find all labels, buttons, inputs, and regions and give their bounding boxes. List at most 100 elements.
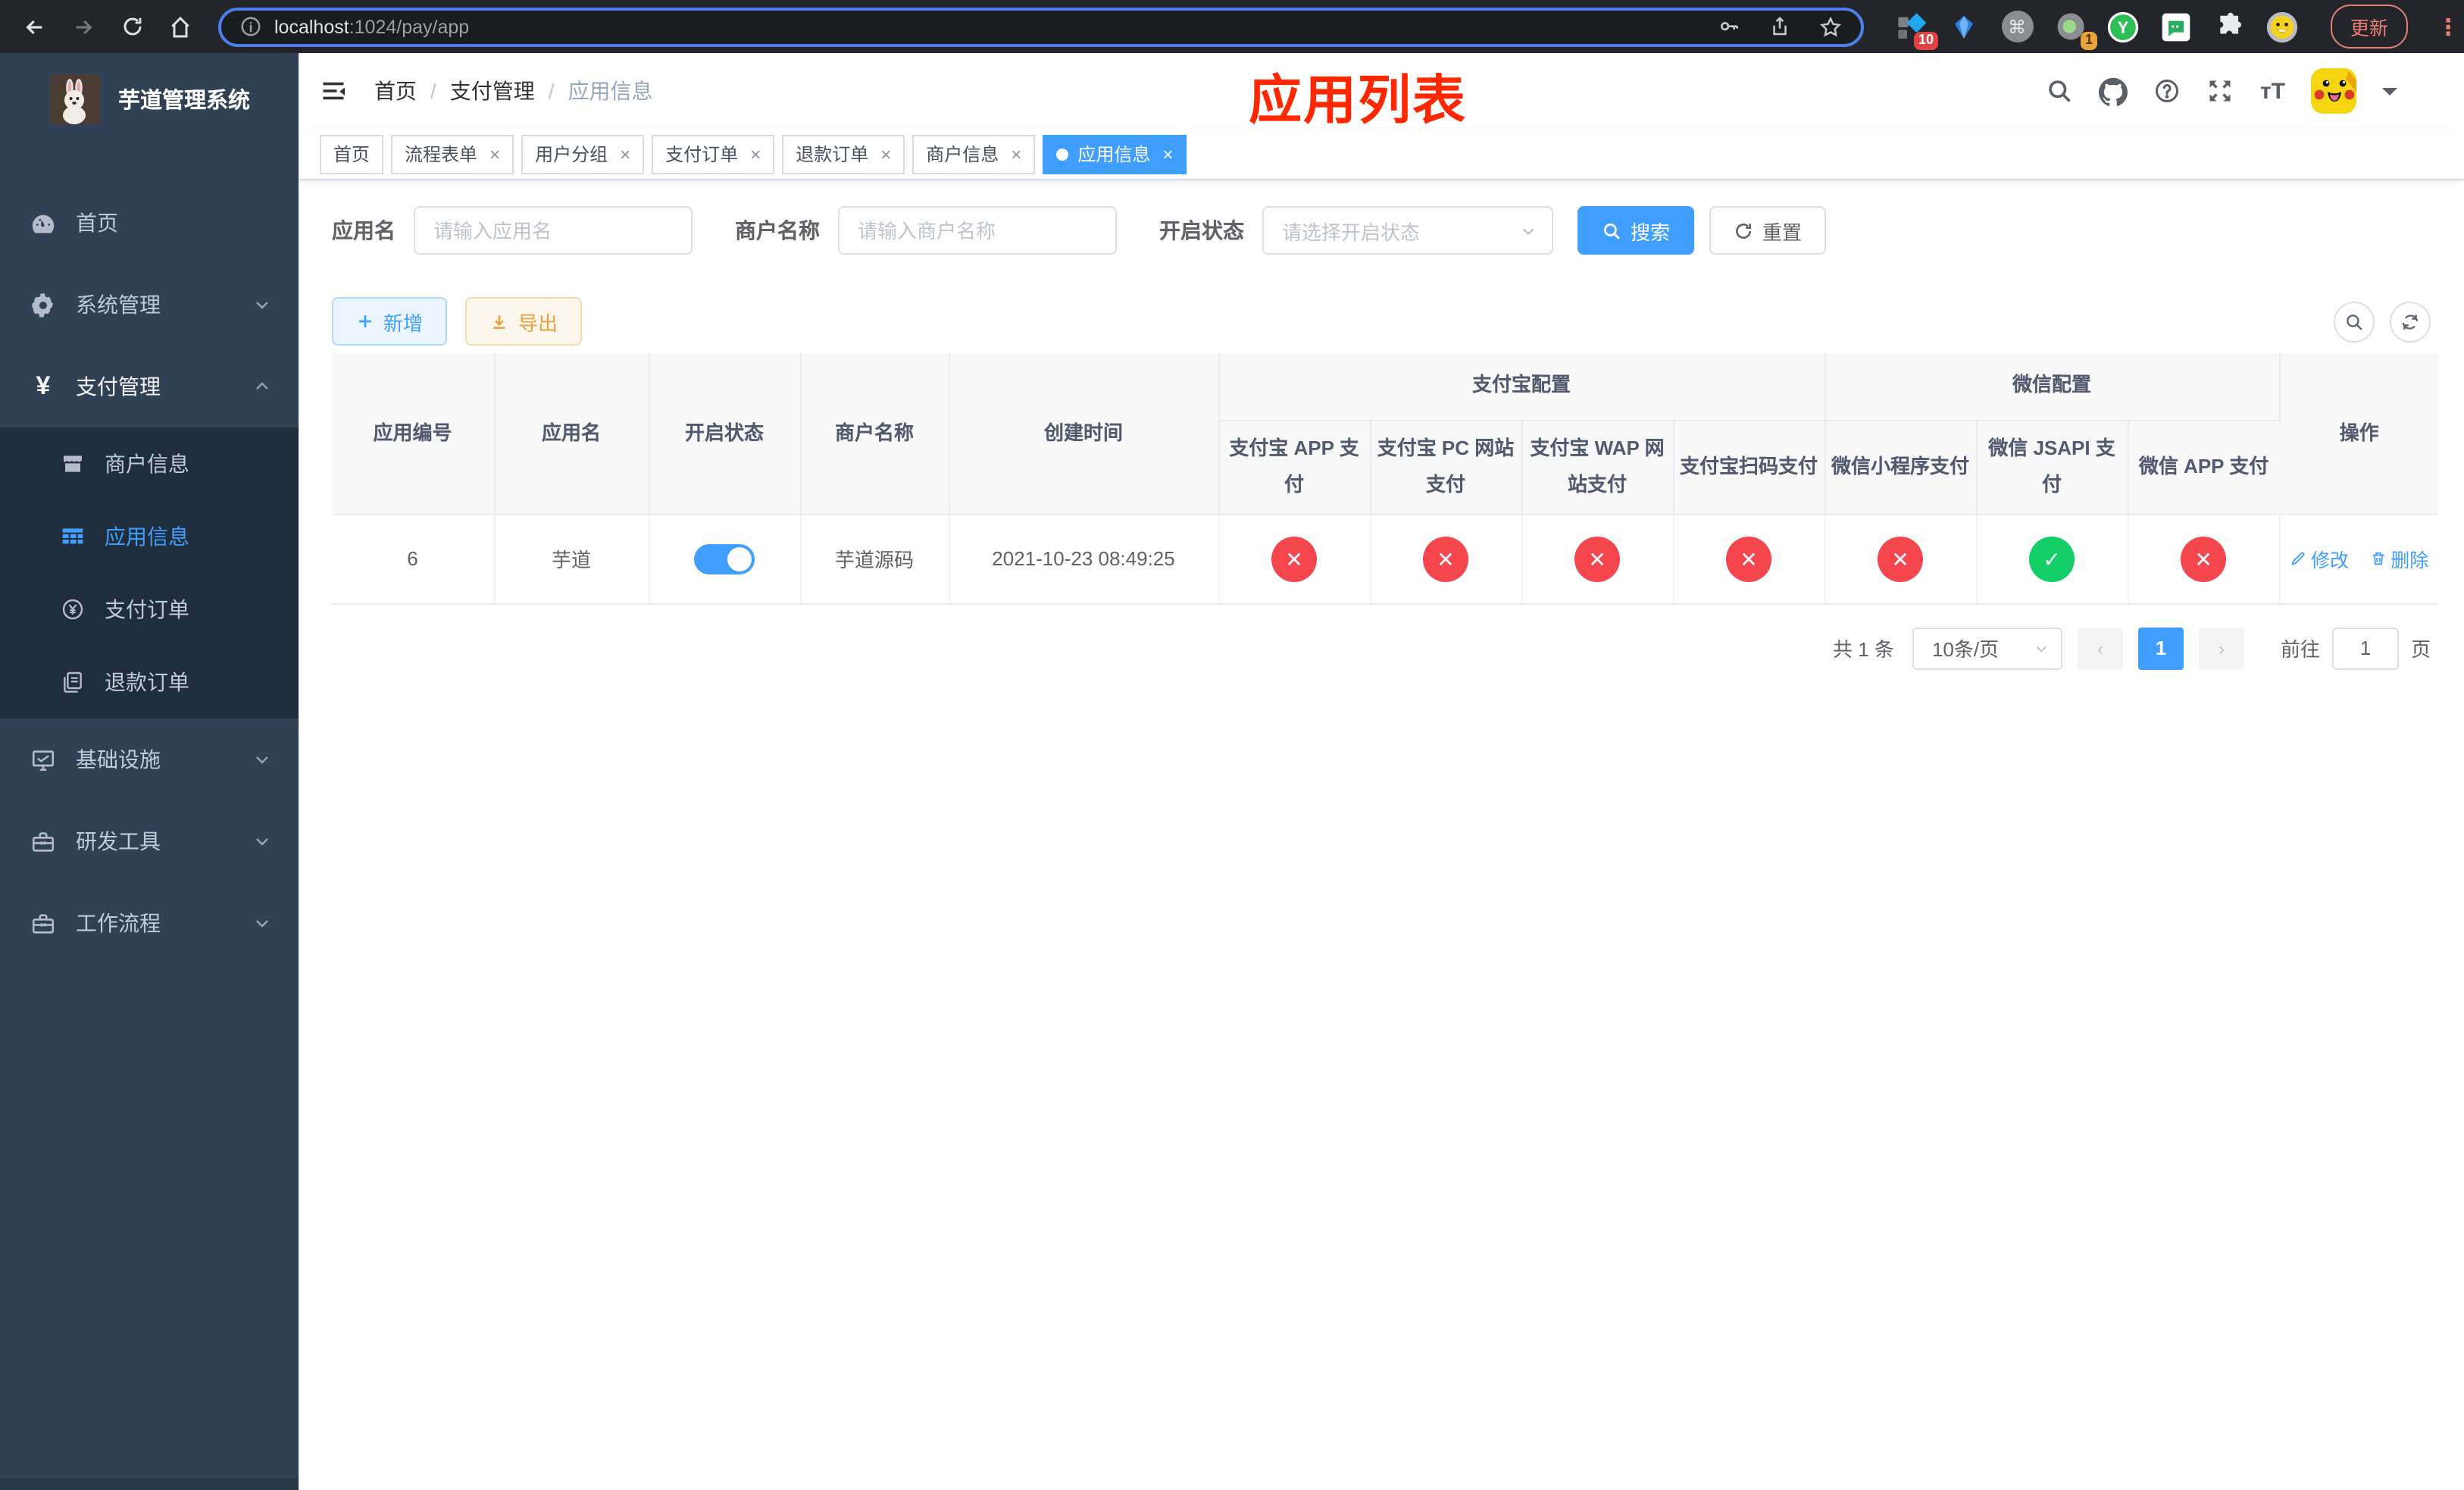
close-icon[interactable]: × [489,143,500,164]
cell-ops: 修改 删除 [2279,514,2439,605]
extension-gem-icon[interactable] [1947,10,1981,43]
close-icon[interactable]: × [1011,143,1021,164]
col-header-ops: 操作 [2279,353,2439,515]
chevron-down-icon [253,914,271,932]
extension-command-icon[interactable]: ⌘ [2000,10,2034,43]
sidebar-item-label: 研发工具 [76,829,161,853]
sidebar-item-refund-orders[interactable]: 退款订单 [0,646,299,718]
tab-merchant-info[interactable]: 商户信息 × [912,134,1036,174]
status-badge: ✕ [1726,536,1771,582]
edit-link[interactable]: 修改 [2290,545,2349,574]
tab-home[interactable]: 首页 [320,134,384,174]
font-size-icon[interactable]: ᴛT [2260,78,2285,104]
user-avatar[interactable] [2311,68,2356,114]
sidebar-item-payment[interactable]: ¥ 支付管理 [0,346,299,427]
close-icon[interactable]: × [880,143,891,164]
search-button[interactable]: 搜索 [1578,206,1695,255]
pagination: 共 1 条 10条/页 ‹ 1 › 前往 页 [332,627,2431,670]
gear-icon [30,292,56,318]
refresh-table-button[interactable] [2390,301,2431,342]
page-size-select[interactable]: 10条/页 [1912,627,2062,670]
sidebar-item-system[interactable]: 系统管理 [0,264,299,346]
page-number-1[interactable]: 1 [2137,627,2184,670]
sidebar-logo[interactable]: 芋道管理系统 [0,53,299,144]
sidebar-item-app-info[interactable]: 应用信息 [0,500,299,573]
sidebar-item-infra[interactable]: 基础设施 [0,718,299,800]
avatar-caret-icon[interactable] [2382,87,2397,102]
add-button[interactable]: 新增 [332,297,448,346]
sidebar-item-workflow[interactable]: 工作流程 [0,882,299,964]
breadcrumb: 首页 / 支付管理 / 应用信息 [374,76,653,106]
sidebar-item-pay-orders[interactable]: 支付订单 [0,573,299,646]
tab-refund-orders[interactable]: 退款订单 × [782,134,905,174]
prev-page-button[interactable]: ‹ [2077,627,2123,670]
tab-app-info[interactable]: 应用信息 × [1043,134,1187,174]
chevron-down-icon [253,832,271,850]
browser-back-icon[interactable] [15,7,55,46]
document-icon [61,670,85,694]
password-key-icon[interactable] [1717,14,1741,39]
sidebar-item-merchant-info[interactable]: 商户信息 [0,427,299,500]
yen-icon: ¥ [36,371,51,400]
top-navbar: 首页 / 支付管理 / 应用信息 应用列表 ᴛT [299,53,2464,130]
close-icon[interactable]: × [620,143,630,164]
browser-reload-icon[interactable] [112,7,152,46]
status-select[interactable]: 请选择开启状态 [1262,206,1553,255]
export-button[interactable]: 导出 [465,297,583,346]
browser-home-icon[interactable] [161,7,200,46]
next-page-button[interactable]: › [2198,627,2244,670]
tab-pay-orders[interactable]: 支付订单 × [652,134,775,174]
search-icon[interactable] [2047,77,2074,105]
app-name-input[interactable] [414,206,693,255]
browser-update-button[interactable]: 更新 [2331,5,2409,49]
filter-form: 应用名 商户名称 开启状态 请选择开启状态 [332,206,2431,255]
extensions-puzzle-icon[interactable] [2212,10,2246,43]
tab-process-form[interactable]: 流程表单 × [391,134,514,174]
extension-badge: 1 [2080,31,2097,49]
sidebar-item-label: 应用信息 [105,524,189,549]
breadcrumb-home[interactable]: 首页 [374,76,417,106]
table-row: 6 芋道 芋道源码 2021-10-23 08:49:25 ✕ ✕ ✕ ✕ ✕ [332,514,2439,605]
navbar-actions: ᴛT [2047,68,2443,114]
profile-avatar-icon[interactable] [2265,10,2299,43]
browser-menu-icon[interactable]: ⋮ [2437,13,2459,40]
bookmark-star-icon[interactable] [1818,14,1843,39]
extension-recorder-icon[interactable]: 1 [2053,10,2097,49]
extension-tabs-icon[interactable]: 10 [1894,10,1938,49]
reset-button[interactable]: 重置 [1709,206,1827,255]
status-toggle[interactable] [694,543,755,574]
breadcrumb-payment[interactable]: 支付管理 [450,76,535,106]
col-header-alipay-wap: 支付宝 WAP 网站支付 [1521,420,1674,515]
github-icon[interactable] [2099,77,2128,105]
sidebar-collapse-icon[interactable] [320,77,347,105]
tab-user-group[interactable]: 用户分组 × [521,134,645,174]
merchant-name-input[interactable] [838,206,1117,255]
share-icon[interactable] [1768,15,1791,38]
browser-forward-icon[interactable] [64,7,103,46]
goto-page-input[interactable] [2331,627,2399,670]
status-badge: ✕ [2181,536,2227,582]
close-icon[interactable]: × [750,143,761,164]
status-badge: ✕ [1878,536,1924,582]
sidebar-item-home[interactable]: 首页 [0,182,299,264]
fullscreen-icon[interactable] [2207,77,2234,105]
refresh-icon [1736,223,1751,238]
col-header-app-id: 应用编号 [332,353,495,515]
toggle-search-button[interactable] [2334,301,2375,342]
close-icon[interactable]: × [1162,143,1173,164]
extension-chat-icon[interactable] [2159,10,2193,43]
site-info-icon[interactable] [239,15,262,38]
cell-wx-mini: ✕ [1825,514,1978,605]
address-bar[interactable]: localhost:1024/pay/app [218,7,1864,46]
sidebar-collapse-bar[interactable] [0,1478,299,1490]
help-icon[interactable] [2154,77,2181,105]
delete-link[interactable]: 删除 [2369,545,2428,574]
search-icon [2347,314,2362,330]
sidebar: 芋道管理系统 首页 系统管理 ¥ 支付管理 商户信息 应用信息 支付订单 退款订… [0,53,299,1490]
sidebar-item-label: 退款订单 [105,670,189,694]
extension-yudao-icon[interactable]: Y [2106,10,2140,43]
plus-icon [359,315,371,327]
sidebar-item-dev-tools[interactable]: 研发工具 [0,800,299,882]
cell-wx-app: ✕ [2128,514,2281,605]
url-text: localhost:1024/pay/app [274,16,470,37]
